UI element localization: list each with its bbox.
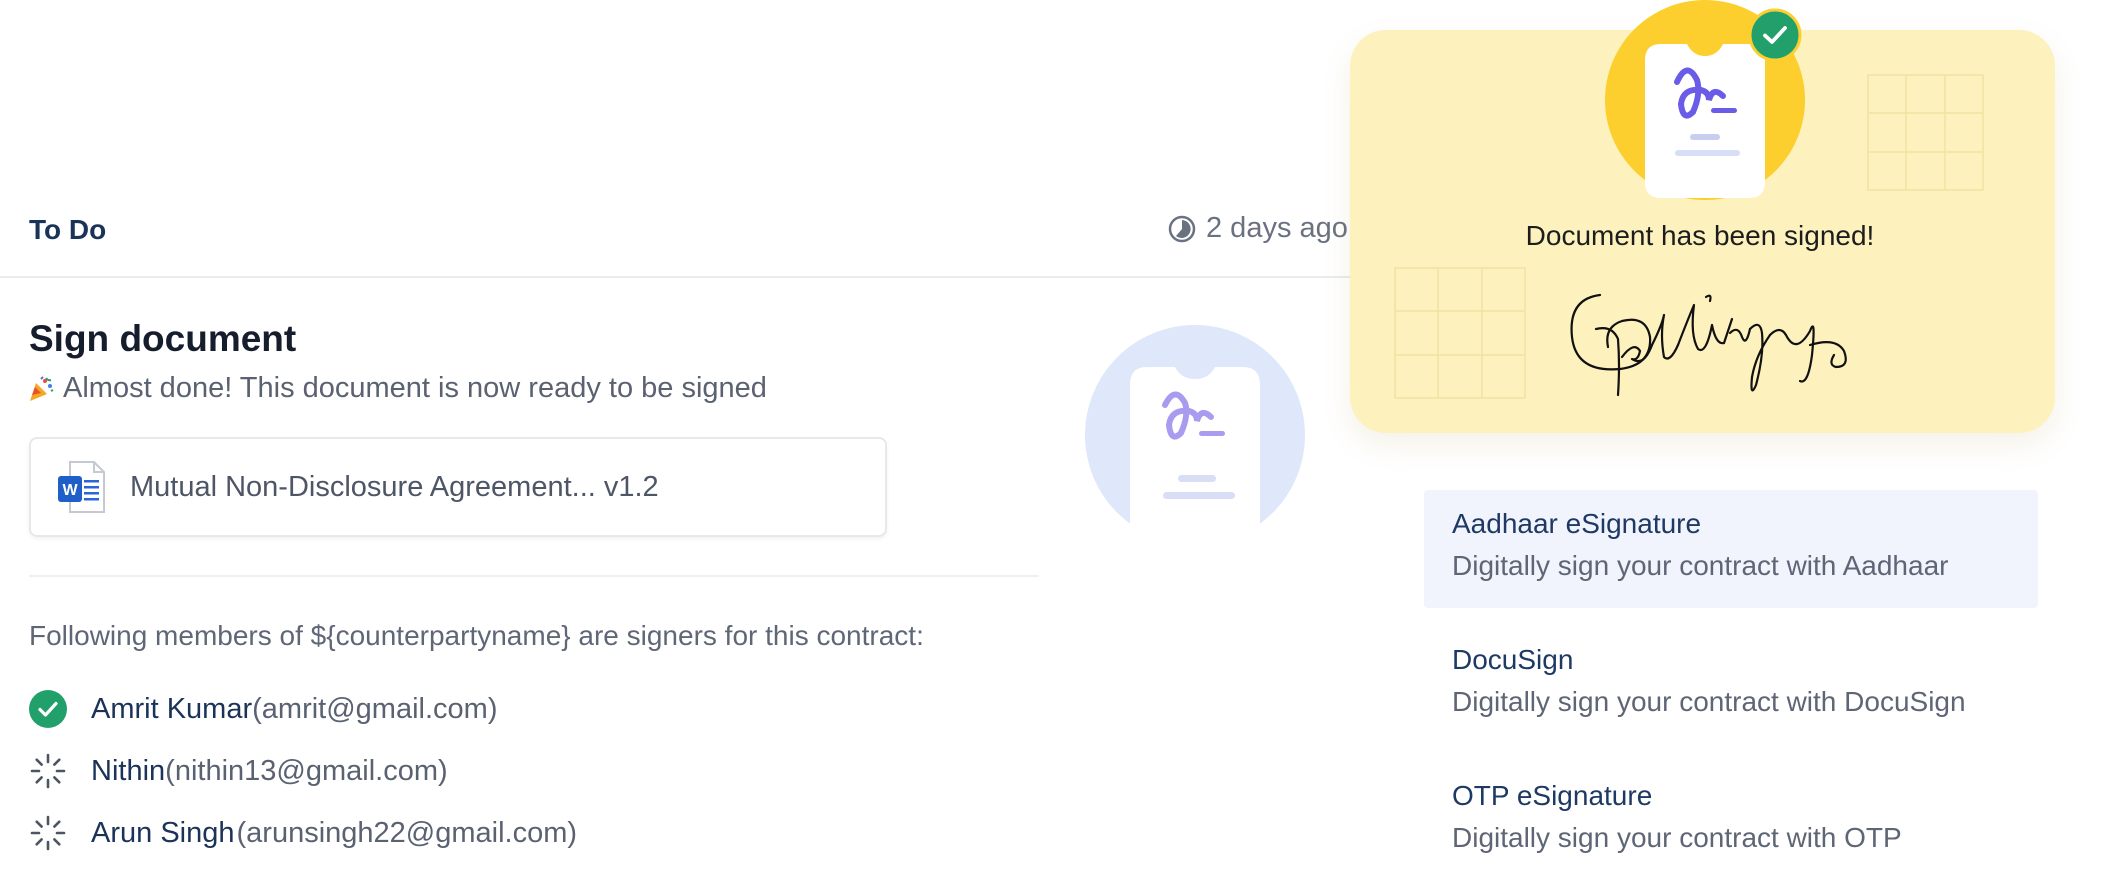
spinner-icon xyxy=(29,814,67,852)
check-circle-icon xyxy=(1748,8,1802,62)
signer-name: Nithin xyxy=(91,754,166,787)
option-description: Digitally sign your contract with OTP xyxy=(1452,822,1902,853)
option-otp-esignature[interactable]: OTP eSignature Digitally sign your contr… xyxy=(1424,762,2038,880)
party-popper-icon xyxy=(27,375,55,403)
signer-row: Amrit Kumar (amrit@gmail.com) xyxy=(29,690,497,728)
signers-intro: Following members of ${counterpartyname}… xyxy=(29,620,924,651)
signer-row: Arun Singh (arunsingh22@gmail.com) xyxy=(29,814,577,852)
page-title: Sign document xyxy=(29,318,297,359)
word-file-icon: W xyxy=(56,460,106,514)
option-description: Digitally sign your contract with Aadhaa… xyxy=(1452,550,1949,581)
signer-name: Amrit Kumar xyxy=(91,692,253,725)
timestamp: 2 days ago xyxy=(1168,212,1348,245)
signer-email: (amrit@gmail.com) xyxy=(252,692,498,725)
signer-name: Arun Singh xyxy=(91,816,235,849)
signer-row: Nithin (nithin13@gmail.com) xyxy=(29,752,448,790)
subtitle: Almost done! This document is now ready … xyxy=(27,372,767,405)
check-circle-icon xyxy=(29,690,67,728)
option-title: Aadhaar eSignature xyxy=(1452,508,1702,539)
document-card[interactable]: W Mutual Non-Disclosure Agreement... v1.… xyxy=(29,437,887,537)
signer-email: (nithin13@gmail.com) xyxy=(165,754,448,787)
option-title: DocuSign xyxy=(1452,644,1574,675)
subtitle-text: Almost done! This document is now ready … xyxy=(63,372,767,404)
svg-text:W: W xyxy=(62,482,78,499)
time-label: 2 days ago xyxy=(1206,212,1348,244)
option-title: OTP eSignature xyxy=(1452,780,1653,811)
spinner-icon xyxy=(29,752,67,790)
document-illustration xyxy=(1085,325,1310,525)
document-name[interactable]: Mutual Non-Disclosure Agreement... v1.2 xyxy=(130,471,659,504)
option-aadhaar-esignature[interactable]: Aadhaar eSignature Digitally sign your c… xyxy=(1424,490,2038,608)
clock-icon xyxy=(1168,215,1196,243)
option-docusign[interactable]: DocuSign Digitally sign your contract wi… xyxy=(1424,626,2038,744)
header-divider xyxy=(0,276,1350,278)
signed-message: Document has been signed! xyxy=(1525,220,1875,251)
section-divider xyxy=(29,575,1039,577)
signature-image xyxy=(1560,285,1860,405)
status-label: To Do xyxy=(29,214,107,245)
signer-email: (arunsingh22@gmail.com) xyxy=(236,816,578,849)
option-description: Digitally sign your contract with DocuSi… xyxy=(1452,686,1966,717)
